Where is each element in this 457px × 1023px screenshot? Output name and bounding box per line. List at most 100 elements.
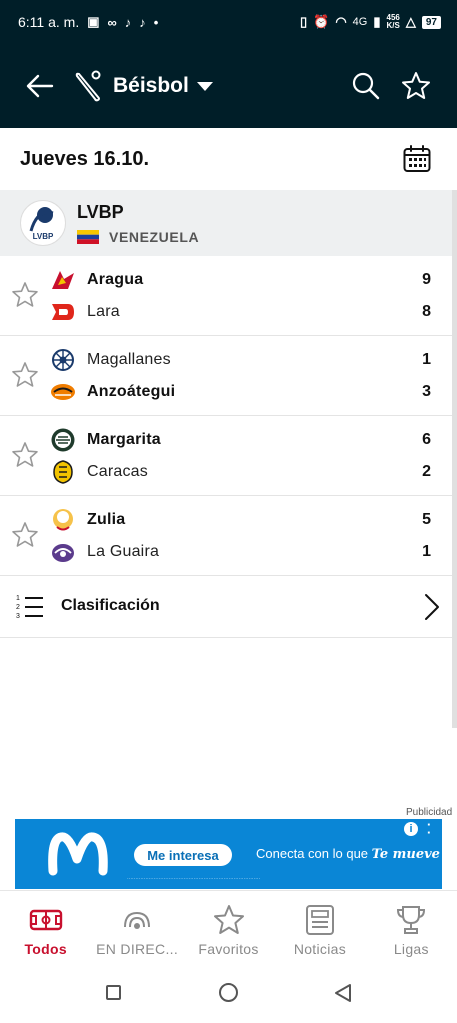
team-name: Aragua	[87, 271, 144, 288]
nav-todos[interactable]: Todos	[0, 891, 91, 960]
nav-label: Ligas	[393, 941, 429, 957]
ad-tagline: Conecta con lo que Te mueve	[256, 846, 440, 862]
team-row-home: Zulia 5	[50, 506, 442, 534]
team-row-home: Margarita 6	[50, 426, 442, 454]
ad-banner[interactable]: Me interesa Conecta con lo que Te mueve …	[15, 819, 442, 889]
favorite-match-star-icon[interactable]	[10, 280, 40, 310]
favorite-match-star-icon[interactable]	[10, 520, 40, 550]
team-score: 2	[422, 463, 431, 480]
tiktok-notification-icon: ♪	[139, 14, 146, 30]
home-icon[interactable]	[219, 983, 238, 1002]
aragua-logo-icon	[50, 267, 76, 293]
system-navigation-bar	[0, 960, 457, 1023]
back-arrow-icon[interactable]	[24, 70, 56, 102]
trophy-icon	[397, 906, 426, 934]
more-notifications-dot-icon: •	[153, 14, 159, 30]
league-name: LVBP	[77, 202, 124, 222]
team-row-home: Magallanes 1	[50, 346, 442, 374]
league-header[interactable]: LVBP LVBP VENEZUELA	[0, 190, 452, 256]
nav-label: Favoritos	[198, 941, 259, 957]
status-bar: 6:11 a. m. ▣ ∞ ♪ ♪ • ▯ ⏰ ◠ 4G ▮ 456 K/S …	[0, 0, 457, 44]
status-time: 6:11 a. m.	[18, 14, 80, 30]
calendar-icon[interactable]	[402, 144, 432, 174]
svg-text:3: 3	[16, 613, 20, 620]
scrollbar[interactable]	[452, 190, 457, 728]
network-type: 4G	[352, 16, 368, 28]
team-score: 1	[422, 543, 431, 560]
sport-title[interactable]: Béisbol	[113, 74, 189, 98]
match-row[interactable]: Aragua 9 Lara 8	[0, 256, 452, 336]
ad-label: Publicidad	[406, 807, 453, 818]
network-speed: 456 K/S	[386, 13, 400, 30]
anzoategui-logo-icon	[50, 379, 76, 405]
ad-fine-print: ········································…	[127, 876, 261, 882]
nav-noticias[interactable]: Noticias	[274, 891, 365, 960]
sport-dropdown-icon[interactable]	[197, 82, 213, 91]
standings-row[interactable]: 1 2 3 Clasificación	[0, 576, 452, 638]
standings-label: Clasificación	[61, 597, 160, 614]
baseball-bat-icon[interactable]	[74, 68, 104, 102]
star-icon	[213, 905, 244, 934]
recent-apps-icon[interactable]	[106, 985, 121, 1000]
svg-text:1: 1	[16, 595, 20, 602]
venezuela-flag-icon	[77, 230, 99, 244]
lara-logo-icon	[50, 299, 76, 325]
nav-en-directo[interactable]: EN DIREC...	[91, 891, 182, 960]
search-icon[interactable]	[350, 70, 382, 102]
team-name: Zulia	[87, 511, 126, 528]
team-score: 8	[422, 303, 431, 320]
date-label[interactable]: Jueves 16.10.	[20, 148, 149, 171]
soccer-field-icon	[29, 909, 62, 931]
league-logo: LVBP	[20, 200, 66, 246]
team-score: 1	[422, 351, 431, 368]
nav-label: Todos	[24, 941, 67, 957]
ad-info-icon[interactable]: i	[404, 822, 418, 836]
team-name: Margarita	[87, 431, 161, 448]
team-row-away: Caracas 2	[50, 458, 442, 486]
match-row[interactable]: Zulia 5 La Guaira 1	[0, 496, 452, 576]
caracas-logo-icon	[50, 459, 76, 485]
bottom-nav: Todos EN DIREC... Favoritos Noticias Lig…	[0, 890, 457, 960]
magallanes-logo-icon	[50, 347, 76, 373]
system-back-icon[interactable]	[333, 982, 353, 1004]
lvbp-logo-icon: LVBP	[29, 207, 54, 241]
nav-label: Noticias	[293, 941, 347, 957]
match-row[interactable]: Magallanes 1 Anzoátegui 3	[0, 336, 452, 416]
tiktok-notification-icon: ♪	[124, 14, 132, 30]
team-row-home: Aragua 9	[50, 266, 442, 294]
team-row-away: La Guaira 1	[50, 538, 442, 566]
team-name: Anzoátegui	[87, 383, 176, 400]
ad-tagline-emphasis: Te mueve	[371, 847, 440, 862]
live-broadcast-icon	[124, 911, 151, 929]
team-row-away: Anzoátegui 3	[50, 378, 442, 406]
app-bar: Béisbol	[0, 44, 457, 128]
svg-text:LVBP: LVBP	[33, 232, 54, 241]
zulia-logo-icon	[50, 507, 76, 533]
favorite-star-icon[interactable]	[400, 70, 432, 102]
team-name: La Guaira	[87, 543, 160, 560]
match-row[interactable]: Margarita 6 Caracas 2	[0, 416, 452, 496]
team-score: 3	[422, 383, 431, 400]
date-row: Jueves 16.10.	[0, 128, 457, 190]
svg-text:2: 2	[16, 604, 20, 611]
team-name: Lara	[87, 303, 120, 320]
wifi-icon: ◠	[335, 14, 347, 29]
signal-icon: ▮	[373, 14, 381, 29]
team-row-away: Lara 8	[50, 298, 442, 326]
team-name: Magallanes	[87, 351, 171, 368]
meta-notification-icon: ∞	[107, 14, 117, 30]
team-score: 5	[422, 511, 431, 528]
ad-options-icon[interactable]: · ·	[427, 819, 431, 839]
movistar-logo-icon	[48, 832, 108, 876]
lab-flask-icon: △	[405, 14, 416, 29]
favorite-match-star-icon[interactable]	[10, 360, 40, 390]
nav-favoritos[interactable]: Favoritos	[183, 891, 274, 960]
battery-level: 97	[421, 15, 441, 29]
nav-ligas[interactable]: Ligas	[366, 891, 457, 960]
ad-cta-button[interactable]: Me interesa	[134, 844, 232, 866]
newspaper-icon	[305, 905, 334, 935]
favorite-match-star-icon[interactable]	[10, 440, 40, 470]
la-guaira-logo-icon	[50, 539, 76, 565]
numbered-list-icon: 1 2 3	[16, 595, 43, 620]
chevron-right-icon	[425, 594, 439, 620]
